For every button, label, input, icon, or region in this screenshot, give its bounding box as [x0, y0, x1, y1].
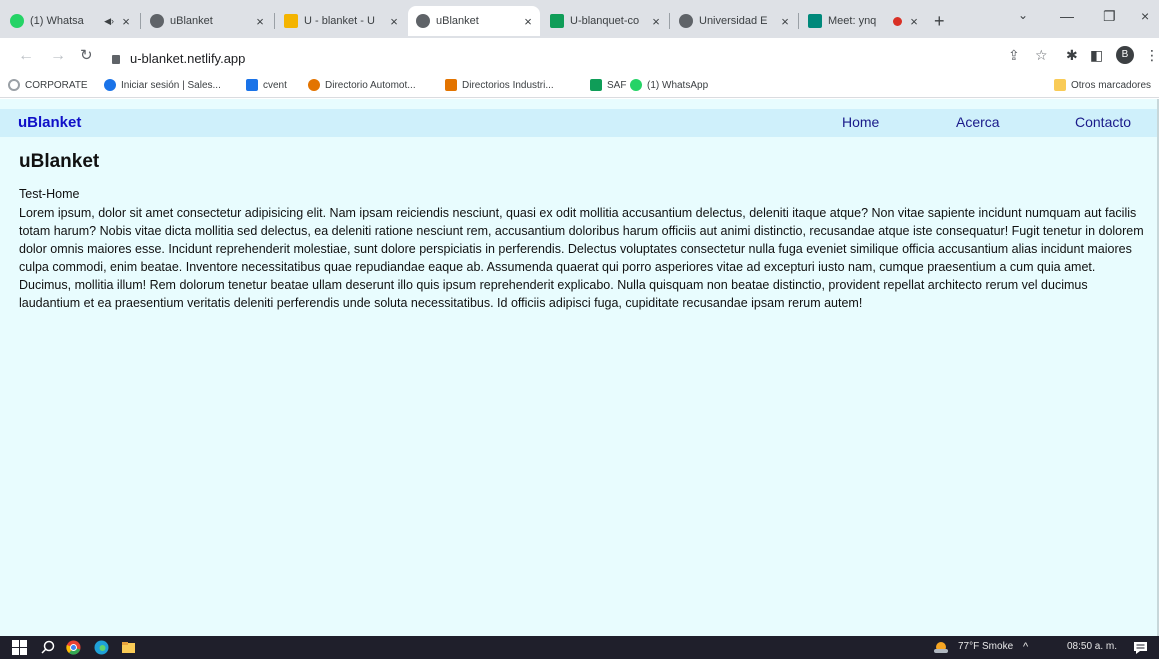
- tab-title: U - blanket - U: [304, 15, 375, 27]
- file-explorer-icon[interactable]: [121, 640, 136, 655]
- bookmark-salesforce[interactable]: Iniciar sesión | Sales...: [104, 79, 221, 91]
- tab-search-icon[interactable]: ⌄: [1018, 8, 1028, 22]
- tab-ublanket-active[interactable]: uBlanket ×: [408, 6, 540, 36]
- cloud-icon: [104, 79, 116, 91]
- tab-title: Meet: ynq: [828, 15, 877, 27]
- nav-link-contacto[interactable]: Contacto: [1075, 114, 1131, 130]
- globe-icon: [679, 14, 693, 28]
- tab-title: (1) Whatsa: [30, 15, 84, 27]
- tab-divider: [798, 13, 799, 29]
- close-icon[interactable]: ×: [520, 14, 536, 29]
- tab-title: uBlanket: [170, 15, 213, 27]
- cvent-icon: [246, 79, 258, 91]
- meet-icon: [808, 14, 822, 28]
- saf-icon: [590, 79, 602, 91]
- globe-icon: [416, 14, 430, 28]
- tab-whatsapp[interactable]: (1) Whatsa ◀› ×: [2, 6, 138, 36]
- globe-icon: [150, 14, 164, 28]
- back-icon[interactable]: ←: [18, 47, 34, 65]
- weather-text[interactable]: 77°F Smoke: [958, 641, 1013, 652]
- chevron-up-icon[interactable]: ^: [1023, 641, 1028, 653]
- shield-icon: [445, 79, 457, 91]
- bookmark-directorios-industriales[interactable]: Directorios Industri...: [445, 79, 554, 91]
- lock-icon: [112, 54, 120, 64]
- bookmark-label: Directorio Automot...: [325, 79, 416, 91]
- minimize-icon[interactable]: —: [1060, 8, 1074, 24]
- directory-icon: [308, 79, 320, 91]
- tab-title: U-blanquet-co: [570, 15, 640, 27]
- address-bar[interactable]: u-blanket.netlify.app: [112, 46, 1012, 70]
- tab-ublanket-1[interactable]: uBlanket ×: [142, 6, 272, 36]
- bookmark-label: Otros marcadores: [1071, 79, 1152, 91]
- nav-link-home[interactable]: Home: [842, 114, 879, 130]
- site-brand[interactable]: uBlanket: [18, 114, 81, 131]
- bookmark-corporate[interactable]: CORPORATE: [8, 79, 88, 91]
- share-icon[interactable]: ⇪: [1008, 47, 1020, 64]
- close-icon[interactable]: ×: [386, 14, 402, 29]
- bookmark-saf[interactable]: SAF: [590, 79, 626, 91]
- avatar[interactable]: B: [1116, 46, 1134, 64]
- folder-icon: [1054, 79, 1066, 91]
- bookmark-directorio-automotriz[interactable]: Directorio Automot...: [308, 79, 416, 91]
- bookmark-label: CORPORATE: [25, 79, 88, 91]
- tab-u-blanket-doc[interactable]: U - blanket - U ×: [276, 6, 406, 36]
- reload-icon[interactable]: ↻: [80, 46, 93, 64]
- tab-title: uBlanket: [436, 15, 479, 27]
- notification-icon[interactable]: [1133, 640, 1148, 655]
- clock[interactable]: 08:50 a. m.: [1067, 641, 1117, 652]
- restore-icon[interactable]: ❐: [1103, 8, 1116, 25]
- new-tab-button[interactable]: +: [934, 11, 945, 32]
- extensions-icon[interactable]: ✱: [1066, 47, 1078, 64]
- bookmark-label: (1) WhatsApp: [647, 79, 709, 91]
- page-viewport: uBlanket Home Acerca Contacto uBlanket T…: [0, 99, 1159, 636]
- bookmark-label: SAF: [607, 79, 627, 91]
- star-icon[interactable]: ☆: [1035, 47, 1048, 64]
- nav-link-acerca[interactable]: Acerca: [956, 114, 1000, 130]
- recording-icon: [893, 16, 902, 26]
- side-panel-icon[interactable]: ◧: [1090, 47, 1103, 64]
- page-title: uBlanket: [19, 151, 100, 172]
- menu-icon[interactable]: ⋮: [1145, 47, 1159, 64]
- close-icon[interactable]: ×: [777, 14, 793, 29]
- url-text: u-blanket.netlify.app: [130, 50, 246, 66]
- page-subtitle: Test-Home: [19, 187, 80, 201]
- other-bookmarks[interactable]: Otros marcadores: [1054, 79, 1151, 91]
- close-icon[interactable]: ×: [906, 14, 922, 29]
- chrome-icon[interactable]: [66, 640, 81, 655]
- bookmark-whatsapp[interactable]: (1) WhatsApp: [630, 79, 708, 91]
- slides-icon: [284, 14, 298, 28]
- bookmark-cvent[interactable]: cvent: [246, 79, 287, 91]
- whatsapp-icon: [10, 14, 24, 28]
- sheets-icon: [550, 14, 564, 28]
- speaker-icon[interactable]: ◀›: [104, 16, 114, 27]
- folder-icon: [8, 79, 20, 91]
- close-icon[interactable]: ×: [118, 14, 134, 29]
- tab-universidad[interactable]: Universidad E ×: [671, 6, 797, 36]
- bookmark-label: cvent: [263, 79, 287, 91]
- windows-start-icon[interactable]: [12, 640, 27, 655]
- weather-icon[interactable]: [933, 640, 948, 655]
- whatsapp-icon: [630, 79, 642, 91]
- close-icon[interactable]: ×: [252, 14, 268, 29]
- edge-icon[interactable]: [94, 640, 109, 655]
- close-icon[interactable]: ×: [648, 14, 664, 29]
- windows-taskbar: 77°F Smoke ^ 08:50 a. m.: [0, 636, 1159, 659]
- tab-divider: [140, 13, 141, 29]
- tab-title: Universidad E: [699, 15, 768, 27]
- bookmark-label: Iniciar sesión | Sales...: [121, 79, 221, 91]
- search-icon[interactable]: [41, 640, 56, 655]
- bookmarks-bar: CORPORATE Iniciar sesión | Sales... cven…: [0, 76, 1159, 98]
- body-paragraph: Lorem ipsum, dolor sit amet consectetur …: [19, 206, 1144, 310]
- tab-divider: [274, 13, 275, 29]
- tab-strip: (1) Whatsa ◀› × uBlanket × U - blanket -…: [0, 0, 1159, 38]
- window-close-icon[interactable]: ×: [1141, 8, 1149, 24]
- site-navbar: uBlanket Home Acerca Contacto: [0, 109, 1159, 137]
- tab-divider: [669, 13, 670, 29]
- forward-icon[interactable]: →: [50, 47, 66, 65]
- tab-meet[interactable]: Meet: ynq ×: [800, 6, 926, 36]
- tab-u-blanquet[interactable]: U-blanquet-co ×: [542, 6, 668, 36]
- bookmark-label: Directorios Industri...: [462, 79, 554, 91]
